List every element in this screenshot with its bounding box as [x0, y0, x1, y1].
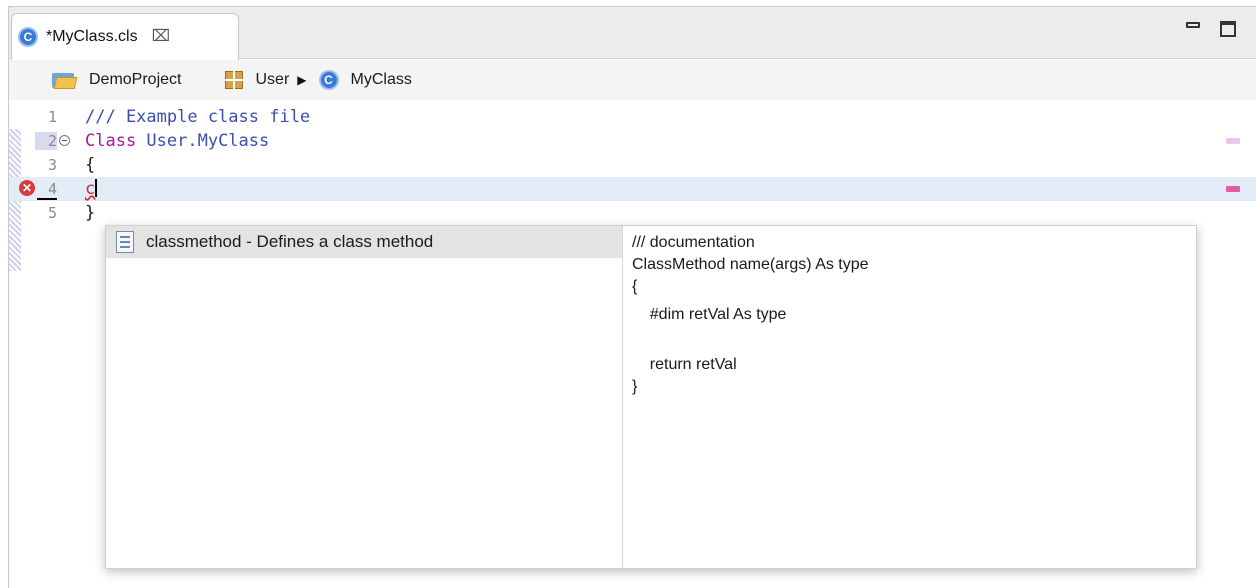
- breadcrumb: DemoProject User ▶ C MyClass: [9, 60, 1256, 100]
- doc-line: /// documentation: [632, 234, 755, 251]
- doc-line: return retVal: [632, 356, 737, 373]
- doc-line: #dim retVal As type: [632, 306, 787, 323]
- breadcrumb-project-label: DemoProject: [89, 71, 182, 88]
- error-text: c: [85, 179, 96, 199]
- line-number: 1: [47, 108, 57, 126]
- code-text: c: [85, 179, 98, 199]
- overview-marker[interactable]: [1226, 138, 1240, 144]
- class-icon: C: [318, 70, 339, 90]
- project-folder-icon: [51, 70, 78, 90]
- chevron-right-icon[interactable]: ▶: [297, 73, 306, 87]
- maximize-icon[interactable]: [1220, 21, 1236, 37]
- proposal-list[interactable]: classmethod - Defines a class method: [106, 226, 623, 568]
- template-icon: [116, 231, 134, 253]
- code-line-4[interactable]: ✕ 4 c: [9, 177, 1256, 201]
- code-line-1[interactable]: 1 /// Example class file: [9, 105, 1256, 129]
- class-name-text: User.MyClass: [136, 131, 270, 151]
- error-overview-marker[interactable]: [1226, 186, 1240, 192]
- doc-line: {: [632, 278, 638, 295]
- tab-myclass[interactable]: C *MyClass.cls ⌧: [11, 13, 239, 60]
- keyword-class: Class: [85, 131, 137, 151]
- breadcrumb-package-label: User: [255, 71, 290, 88]
- line-number: 2: [35, 132, 57, 150]
- text-caret: [95, 179, 98, 197]
- window-controls: [1186, 21, 1236, 37]
- code-line-2[interactable]: 2 Class User.MyClass: [9, 129, 1256, 153]
- code-text: /// Example class file: [85, 107, 311, 127]
- editor-frame: C *MyClass.cls ⌧ DemoProject User ▶ C My…: [8, 6, 1256, 588]
- doc-line: }: [632, 378, 638, 395]
- line-number: 3: [47, 156, 57, 174]
- package-icon: [225, 71, 244, 89]
- class-file-icon: C: [18, 27, 38, 47]
- breadcrumb-package[interactable]: User: [181, 71, 289, 89]
- line-number-underline: [37, 198, 57, 200]
- line-number: 4: [47, 180, 57, 198]
- fold-collapse-icon[interactable]: [59, 135, 70, 146]
- breadcrumb-project[interactable]: DemoProject: [51, 70, 181, 90]
- breadcrumb-class[interactable]: C MyClass: [315, 70, 412, 90]
- code-line-3[interactable]: 3 {: [9, 153, 1256, 177]
- proposal-documentation: /// documentation ClassMethod name(args)…: [632, 232, 869, 398]
- tab-label: *MyClass.cls: [46, 28, 138, 45]
- error-icon[interactable]: ✕: [19, 180, 35, 196]
- code-text: Class User.MyClass: [85, 131, 269, 151]
- proposal-item[interactable]: classmethod - Defines a class method: [106, 226, 622, 258]
- code-text: }: [85, 203, 96, 223]
- code-line-5[interactable]: 5 }: [9, 201, 1256, 225]
- content-assist-popup: classmethod - Defines a class method ///…: [105, 225, 1197, 569]
- doc-line: ClassMethod name(args) As type: [632, 256, 869, 273]
- tab-bar: C *MyClass.cls ⌧: [9, 7, 1256, 60]
- proposal-label: classmethod - Defines a class method: [146, 232, 434, 251]
- breadcrumb-class-label: MyClass: [350, 71, 412, 88]
- line-number: 5: [47, 204, 57, 222]
- close-icon[interactable]: ⌧: [152, 29, 170, 45]
- code-text: {: [85, 155, 96, 175]
- minimize-icon[interactable]: [1186, 22, 1200, 28]
- doc-line: [632, 332, 869, 354]
